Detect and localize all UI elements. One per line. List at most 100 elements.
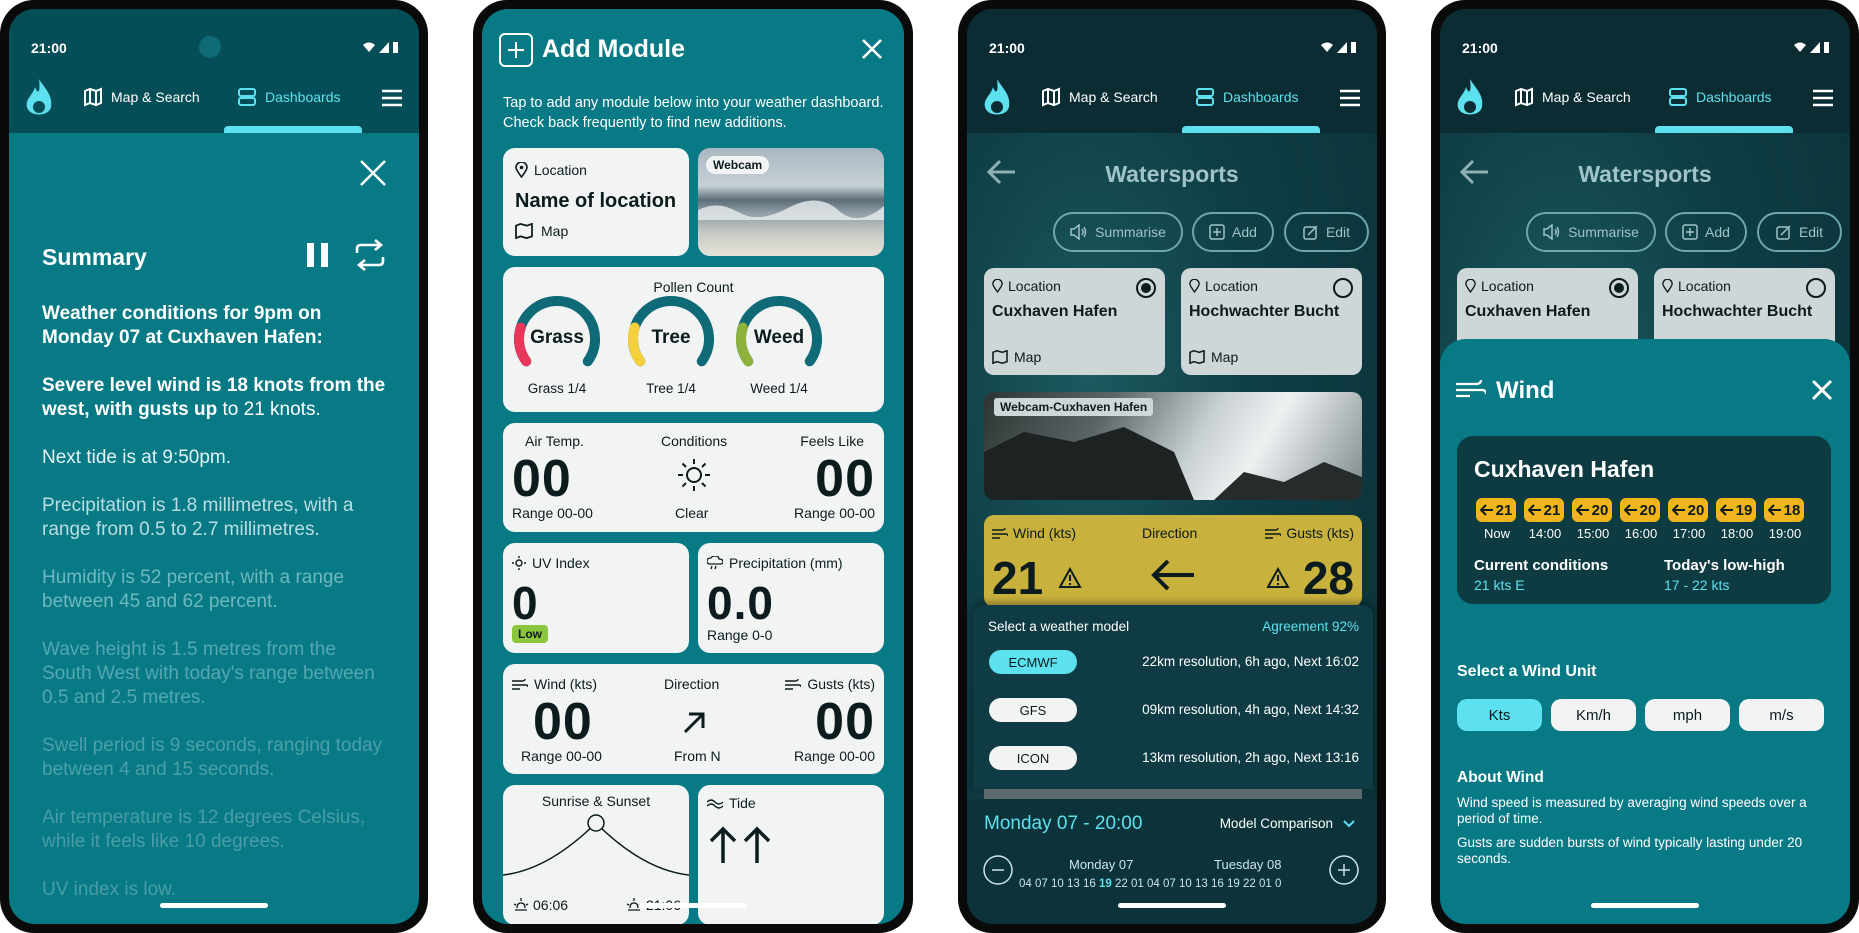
location-radio-selected[interactable] (1609, 278, 1629, 298)
hour-column[interactable]: 20 15:00 (1570, 498, 1616, 541)
timeline-hour[interactable]: 10 (1179, 878, 1195, 890)
dashboards-icon (238, 88, 256, 106)
location-radio-selected[interactable] (1136, 278, 1156, 298)
location-map-link[interactable]: Map (992, 349, 1041, 365)
timeline-hour[interactable]: 13 (1067, 878, 1083, 890)
timeline-hour[interactable]: 16 (1211, 878, 1227, 890)
nav-dashboards[interactable]: Dashboards (1668, 87, 1772, 107)
timeline-hour[interactable]: 19 (1099, 878, 1115, 890)
timeline-hour[interactable]: 22 (1243, 878, 1259, 890)
model-option-gfs[interactable]: GFS (989, 698, 1077, 722)
nav-dashboards[interactable]: Dashboards (1195, 87, 1299, 107)
timeline-hour[interactable]: 04 (1147, 878, 1163, 890)
pollen-gauge-name: Weed (753, 327, 805, 348)
location-card-cuxhaven[interactable]: Location Cuxhaven Hafen Map (984, 268, 1165, 375)
timeline-hour[interactable]: 01 (1259, 878, 1275, 890)
location-caption: Location (992, 278, 1061, 294)
timeline-hours[interactable]: 04 07 10 13 16 19 22 01 04 07 10 13 16 1… (1019, 878, 1337, 890)
location-radio[interactable] (1333, 278, 1353, 298)
summarise-button[interactable]: Summarise (1053, 212, 1183, 252)
close-icon[interactable] (860, 37, 884, 61)
hour-column[interactable]: 18 19:00 (1762, 498, 1808, 541)
pollen-gauge-level-text: Weed 1/4 (750, 381, 808, 396)
unit-title: Select a Wind Unit (1457, 663, 1597, 680)
status-icons (1794, 42, 1829, 53)
pause-icon[interactable] (305, 241, 331, 269)
timeline-hour[interactable]: 07 (1035, 878, 1051, 890)
nav-map-search[interactable]: Map & Search (1514, 87, 1631, 107)
conditions-label: Conditions (661, 433, 728, 449)
close-icon[interactable] (357, 157, 389, 189)
dashboards-icon (1669, 88, 1687, 106)
hour-column[interactable]: 20 17:00 (1666, 498, 1712, 541)
module-precip[interactable]: Precipitation (mm) 0.0 Range 0-0 (698, 543, 884, 653)
hour-column[interactable]: 19 18:00 (1714, 498, 1760, 541)
timeline-hour[interactable]: 0 (1275, 878, 1281, 890)
edit-button[interactable]: Edit (1284, 212, 1369, 252)
hour-wind-chip: 20 (1571, 498, 1613, 522)
module-air-temp[interactable]: Air Temp. 00 Range 00-00 Conditions Clea… (503, 423, 884, 532)
zoom-in-icon[interactable] (1328, 854, 1360, 886)
nav-map-search[interactable]: Map & Search (83, 87, 200, 107)
timeline-hour[interactable]: 13 (1195, 878, 1211, 890)
hour-column[interactable]: 21 14:00 (1522, 498, 1568, 541)
menu-icon[interactable] (381, 89, 403, 107)
timeline-hour[interactable]: 01 (1131, 878, 1147, 890)
wind-value: 00 (533, 693, 593, 751)
gusts-label-text: Gusts (kts) (807, 676, 875, 692)
wind-card[interactable]: Wind (kts) 21 Direction Gusts (kts) 28 (984, 515, 1362, 607)
location-card-hochwachter[interactable]: Location Hochwachter Bucht Map (1181, 268, 1362, 375)
arrow-west-icon (1623, 504, 1637, 516)
timeline-hour[interactable]: 16 (1083, 878, 1099, 890)
status-bar: 21:00 (967, 9, 1377, 71)
current-conditions-value: 21 kts E (1474, 577, 1525, 593)
warning-icon (1266, 567, 1290, 588)
model-option-icon[interactable]: ICON (989, 746, 1077, 770)
close-icon[interactable] (1811, 379, 1833, 401)
map-icon (1189, 350, 1205, 364)
hourly-wind-strip[interactable]: 21 Now 21 14:00 20 15:00 20 16:00 20 17:00 19 18:00… (1474, 498, 1816, 541)
unit-button-mph[interactable]: mph (1645, 699, 1730, 731)
location-map-link[interactable]: Map (515, 223, 568, 239)
location-map-link[interactable]: Map (1189, 349, 1238, 365)
timeline-hour[interactable]: 22 (1115, 878, 1131, 890)
nav-active-underline (224, 126, 362, 133)
model-comparison-toggle[interactable]: Model Comparison (1220, 816, 1355, 831)
air-temp-value: 00 (512, 450, 572, 508)
unit-button-m-s[interactable]: m/s (1739, 699, 1824, 731)
menu-icon[interactable] (1339, 89, 1361, 107)
timeline-hour[interactable]: 04 (1019, 878, 1035, 890)
add-button[interactable]: Add (1665, 212, 1747, 252)
pin-icon (515, 162, 528, 178)
timeline-hour[interactable]: 10 (1051, 878, 1067, 890)
air-temp-range: Range 00-00 (512, 505, 593, 521)
edit-button[interactable]: Edit (1757, 212, 1842, 252)
hour-column[interactable]: 20 16:00 (1618, 498, 1664, 541)
edit-icon (1303, 225, 1318, 240)
map-icon (1042, 87, 1060, 107)
location-radio[interactable] (1806, 278, 1826, 298)
zoom-out-icon[interactable] (982, 854, 1014, 886)
model-option-ecmwf[interactable]: ECMWF (989, 650, 1077, 674)
repeat-icon[interactable] (353, 239, 387, 271)
nav-map-search[interactable]: Map & Search (1041, 87, 1158, 107)
timeline-hour[interactable]: 07 (1163, 878, 1179, 890)
module-pollen[interactable]: Pollen Count Grass Grass 1/4 Tree Tree 1/4 W… (503, 267, 884, 412)
summary-wind-bold: Severe level wind is 18 knots from the w… (42, 375, 386, 420)
webcam-card[interactable]: Webcam-Cuxhaven Hafen (984, 392, 1362, 500)
location-caption: Location (1189, 278, 1258, 294)
timeline-hour[interactable]: 19 (1227, 878, 1243, 890)
hour-column[interactable]: 21 Now (1474, 498, 1520, 541)
unit-button-km-h[interactable]: Km/h (1551, 699, 1636, 731)
summarise-button[interactable]: Summarise (1526, 212, 1656, 252)
module-location[interactable]: Location Name of location Map (503, 148, 689, 256)
module-webcam[interactable]: Webcam (698, 148, 884, 256)
nav-dashboards[interactable]: Dashboards (237, 87, 341, 107)
feels-like-value: 00 (815, 450, 875, 508)
menu-icon[interactable] (1812, 89, 1834, 107)
unit-button-kts[interactable]: Kts (1457, 699, 1542, 731)
module-uv[interactable]: UV Index 0 Low (503, 543, 689, 653)
add-button[interactable]: Add (1192, 212, 1274, 252)
model-info: 09km resolution, 4h ago, Next 14:32 (1142, 702, 1359, 717)
module-wind[interactable]: Wind (kts) 00 Range 00-00 Direction From… (503, 664, 884, 774)
